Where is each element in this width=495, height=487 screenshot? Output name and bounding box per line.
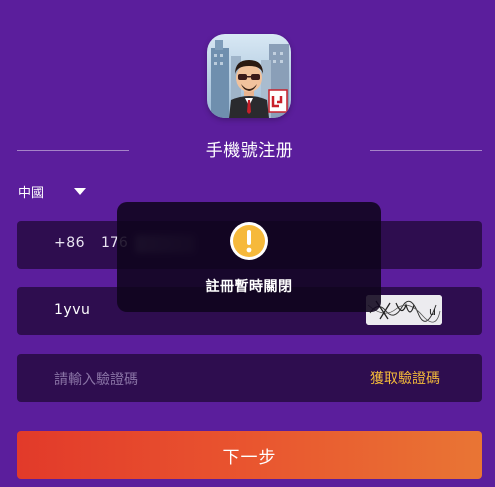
get-code-button[interactable]: 獲取驗證碼: [370, 368, 440, 388]
sms-code-input[interactable]: 請輸入驗證碼: [54, 369, 138, 389]
captcha-input[interactable]: 1yvu: [54, 302, 90, 318]
title-divider-right: [370, 150, 482, 151]
next-button[interactable]: 下一步: [17, 431, 482, 479]
warning-icon: [229, 221, 269, 261]
country-code: +86: [54, 235, 86, 251]
app-icon: [207, 34, 291, 118]
svg-text:u: u: [429, 305, 436, 318]
toast-dialog: 註冊暫時關閉: [117, 202, 381, 312]
country-selector[interactable]: 中國: [18, 181, 87, 201]
sms-code-field[interactable]: 請輸入驗證碼 獲取驗證碼: [17, 354, 482, 402]
caret-down-icon: [74, 187, 87, 195]
toast-message: 註冊暫時關閉: [205, 279, 293, 295]
page-title: 手機號注册: [205, 141, 294, 161]
title-row: 手機號注册: [17, 138, 482, 164]
country-label: 中國: [18, 185, 45, 201]
